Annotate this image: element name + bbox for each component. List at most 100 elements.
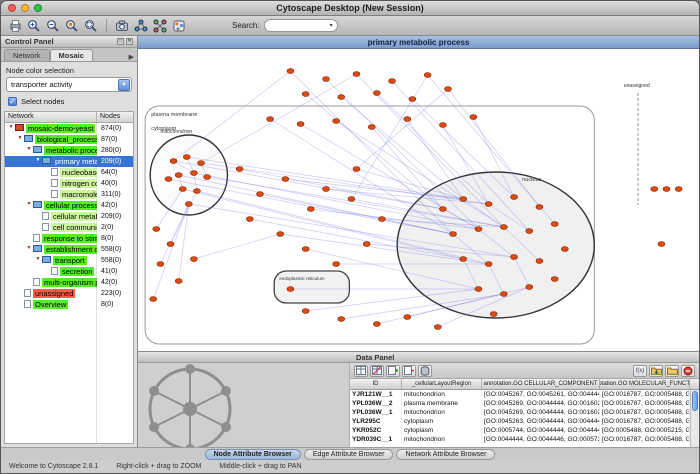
graph-node[interactable] — [287, 287, 294, 292]
tree-item[interactable]: unassigned223(0) — [5, 288, 133, 299]
graph-node[interactable] — [536, 259, 543, 264]
table-row[interactable]: YPL036W__1mitochondrion[GO:0045269, GO:0… — [350, 408, 699, 417]
graph-node[interactable] — [373, 322, 380, 327]
tree-item[interactable]: nitrogen compo40(0) — [5, 178, 133, 189]
graph-node[interactable] — [373, 91, 380, 96]
tree-item[interactable]: secretion41(0) — [5, 266, 133, 277]
close-panel-icon[interactable]: ✕ — [126, 38, 133, 45]
graph-node[interactable] — [338, 95, 345, 100]
graph-node[interactable] — [338, 317, 345, 322]
tree-item[interactable]: ▼primary metabo209(0) — [5, 156, 133, 167]
tree-item[interactable]: Overview8(0) — [5, 299, 133, 310]
graph-node[interactable] — [651, 187, 658, 192]
delete-selected-icon[interactable] — [681, 365, 695, 377]
graph-node[interactable] — [404, 117, 411, 122]
color-attribute-combobox[interactable]: transporter activity ▾ — [6, 77, 132, 92]
graph-node[interactable] — [333, 262, 340, 267]
select-nodes-checkbox[interactable]: ✓ — [8, 97, 17, 106]
graph-node[interactable] — [485, 202, 492, 207]
expand-arrow-icon[interactable]: ▼ — [7, 124, 15, 133]
graph-node[interactable] — [368, 125, 375, 130]
graph-node[interactable] — [302, 92, 309, 97]
graph-node[interactable] — [302, 247, 309, 252]
table-row[interactable]: YKR052Ccytoplasm[GO:0005744, GO:0044444,… — [350, 426, 699, 435]
tree-item[interactable]: cell communica2(0) — [5, 222, 133, 233]
graph-node[interactable] — [470, 115, 477, 120]
attribute-database-icon[interactable] — [418, 365, 432, 377]
graph-node[interactable] — [170, 159, 177, 164]
graph-node[interactable] — [434, 325, 441, 330]
zoom-fit-icon[interactable] — [83, 18, 99, 34]
graph-node[interactable] — [267, 117, 274, 122]
zoom-out-icon[interactable] — [45, 18, 61, 34]
graph-node[interactable] — [282, 177, 289, 182]
graph-node[interactable] — [500, 225, 507, 230]
tree-item[interactable]: response to stimul8(0) — [5, 233, 133, 244]
graph-node[interactable] — [246, 217, 253, 222]
graph-node[interactable] — [157, 262, 164, 267]
graph-node[interactable] — [153, 227, 160, 232]
tree-item[interactable]: ▼transport558(0) — [5, 255, 133, 266]
expand-arrow-icon[interactable]: ▼ — [34, 256, 42, 265]
graph-node[interactable] — [551, 277, 558, 282]
graph-node[interactable] — [551, 222, 558, 227]
graph-node[interactable] — [500, 292, 507, 297]
graph-node[interactable] — [675, 187, 682, 192]
graph-node[interactable] — [175, 173, 182, 178]
column-header[interactable]: annotation.GO CELLULAR_COMPONENT — [482, 379, 600, 389]
graph-node[interactable] — [378, 217, 385, 222]
tab-network[interactable]: Network — [4, 49, 50, 61]
tree-item[interactable]: ▼establishment of lo558(0) — [5, 244, 133, 255]
graph-node[interactable] — [439, 207, 446, 212]
graph-node[interactable] — [297, 122, 304, 127]
network-canvas[interactable]: plasma membrane cytoplasm mitochondrion … — [138, 49, 699, 351]
graph-node[interactable] — [323, 187, 330, 192]
graph-node[interactable] — [307, 207, 314, 212]
zoom-selected-icon[interactable] — [64, 18, 80, 34]
graph-node[interactable] — [185, 202, 192, 207]
expand-arrow-icon[interactable]: ▼ — [25, 146, 33, 155]
printer-icon[interactable] — [7, 18, 23, 34]
search-dropdown-icon[interactable]: ▾ — [330, 22, 333, 29]
graph-node[interactable] — [190, 257, 197, 262]
graph-node[interactable] — [475, 287, 482, 292]
graph-node[interactable] — [658, 242, 665, 247]
graph-node[interactable] — [277, 232, 284, 237]
delete-attribute-icon[interactable] — [402, 365, 416, 377]
graph-node[interactable] — [460, 197, 467, 202]
close-window-button[interactable] — [8, 4, 16, 12]
cytopanel-tab[interactable]: Edge Attribute Browser — [304, 449, 394, 460]
new-attribute-icon[interactable] — [386, 365, 400, 377]
expand-arrow-icon[interactable]: ▼ — [25, 201, 33, 210]
graph-node[interactable] — [389, 79, 396, 84]
graph-node[interactable] — [536, 205, 543, 210]
table-row[interactable]: YPL036W__2plasma membrane[GO:0045269, GO… — [350, 399, 699, 408]
graph-node[interactable] — [511, 195, 518, 200]
graph-node[interactable] — [287, 69, 294, 74]
column-header[interactable]: annotation.GO MOLECULAR_FUNCTION — [600, 379, 690, 389]
graph-node[interactable] — [526, 285, 533, 290]
tree-item[interactable]: multi-organism pro42(0) — [5, 277, 133, 288]
network-vizmapper-icon[interactable] — [171, 18, 187, 34]
graph-node[interactable] — [348, 197, 355, 202]
column-header[interactable]: _cellularLayoutRegion — [402, 379, 482, 389]
tree-column-nodes[interactable]: Nodes — [97, 112, 133, 122]
combobox-arrow-icon[interactable]: ▾ — [118, 79, 130, 91]
graph-node[interactable] — [183, 155, 190, 160]
tree-item[interactable]: cellular metabo209(0) — [5, 211, 133, 222]
graph-node[interactable] — [302, 309, 309, 314]
graph-node[interactable] — [179, 187, 186, 192]
network-layout-icon[interactable] — [152, 18, 168, 34]
network-view-title[interactable]: primary metabolic process — [138, 36, 699, 49]
expand-arrow-icon[interactable]: ▼ — [25, 245, 33, 254]
graph-node[interactable] — [450, 232, 457, 237]
graph-node[interactable] — [190, 171, 197, 176]
search-input[interactable] — [269, 21, 330, 30]
graph-node[interactable] — [165, 177, 172, 182]
cytopanel-tab[interactable]: Node Attribute Browser — [205, 449, 301, 460]
table-scrollbar[interactable] — [690, 390, 699, 447]
graph-node[interactable] — [460, 257, 467, 262]
zoom-in-icon[interactable] — [26, 18, 42, 34]
network-overview-icon[interactable] — [133, 18, 149, 34]
import-table-icon[interactable] — [649, 365, 663, 377]
